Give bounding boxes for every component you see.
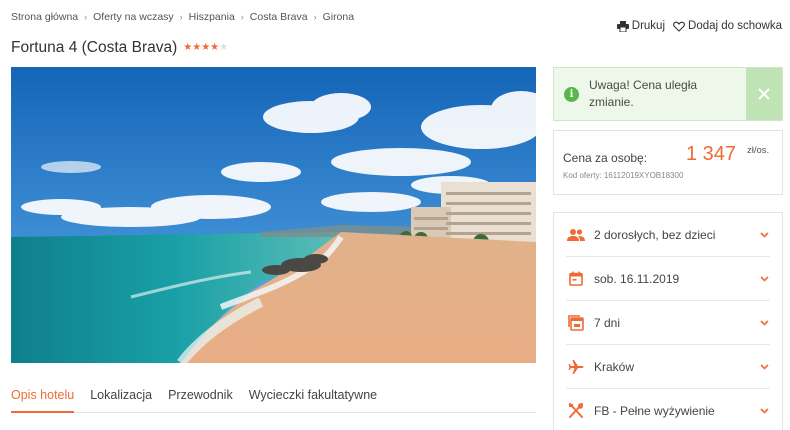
- option-duration[interactable]: 7 dni: [566, 301, 770, 345]
- info-icon: i: [564, 86, 579, 102]
- chevron-down-icon: [759, 231, 769, 238]
- print-button[interactable]: Drukuj: [616, 20, 666, 32]
- booking-options: 2 dorosłych, bez dzieci sob. 16.11.2019: [553, 212, 783, 430]
- page-title: Fortuna 4 (Costa Brava): [11, 39, 178, 56]
- star-filled-icon: ★: [210, 42, 220, 53]
- price-change-alert: i Uwaga! Cena uległa zmianie.: [553, 67, 783, 121]
- option-travellers[interactable]: 2 dorosłych, bez dzieci: [566, 213, 770, 257]
- price-box: Cena za osobę: 1 347 zł/os. Kod oferty: …: [553, 130, 783, 195]
- tab-guide[interactable]: Przewodnik: [168, 378, 233, 413]
- breadcrumb-item-offers[interactable]: Oferty na wczasy: [93, 11, 174, 23]
- alert-text: Uwaga! Cena uległa zmianie.: [589, 78, 698, 109]
- duration-icon: [568, 314, 584, 331]
- chevron-down-icon: [759, 363, 769, 370]
- add-to-favorites-button[interactable]: Dodaj do schowka: [673, 20, 782, 32]
- plane-icon: [568, 359, 584, 374]
- option-board[interactable]: FB - Pełne wyżywienie: [566, 389, 770, 430]
- price-unit: zł/os.: [747, 145, 770, 156]
- star-filled-icon: ★: [201, 42, 211, 53]
- tab-hotel-description[interactable]: Opis hotelu: [11, 378, 75, 413]
- heart-icon: [673, 21, 685, 32]
- option-departure-date[interactable]: sob. 16.11.2019: [566, 257, 770, 301]
- chevron-right-icon: ›: [84, 12, 88, 22]
- breadcrumb: Strona główna › Oferty na wczasy › Hiszp…: [11, 11, 354, 23]
- option-duration-label: 7 dni: [594, 315, 621, 330]
- tab-location[interactable]: Lokalizacja: [90, 378, 152, 413]
- option-travellers-label: 2 dorosłych, bez dzieci: [594, 227, 716, 242]
- offer-code: Kod oferty: 16112019XYOB18300: [563, 171, 684, 180]
- option-airport-label: Kraków: [594, 359, 635, 374]
- chevron-right-icon: ›: [313, 12, 317, 22]
- people-icon: [567, 228, 585, 241]
- alert-message: i Uwaga! Cena uległa zmianie.: [554, 68, 746, 120]
- tab-excursions[interactable]: Wycieczki fakultatywne: [249, 378, 377, 413]
- close-icon: [758, 88, 770, 100]
- beach-photo: [11, 67, 536, 363]
- chevron-right-icon: ›: [240, 12, 244, 22]
- star-rating: ★ ★ ★ ★ ★: [183, 43, 228, 53]
- chevron-right-icon: ›: [179, 12, 183, 22]
- star-filled-icon: ★: [183, 42, 193, 53]
- printer-icon: [616, 20, 629, 32]
- star-filled-icon: ★: [192, 42, 202, 53]
- option-date-label: sob. 16.11.2019: [594, 271, 680, 286]
- hotel-tabs: Opis hotelu Lokalizacja Przewodnik Wycie…: [11, 378, 536, 413]
- star-empty-icon: ★: [219, 42, 229, 53]
- option-board-label: FB - Pełne wyżywienie: [594, 404, 715, 418]
- calendar-icon: [569, 271, 583, 286]
- hotel-title-row: Fortuna 4 (Costa Brava) ★ ★ ★ ★ ★: [11, 39, 228, 57]
- print-label: Drukuj: [631, 20, 666, 32]
- price-label: Cena za osobę:: [563, 151, 648, 165]
- food-icon: [569, 403, 583, 418]
- bookmark-label: Dodaj do schowka: [688, 20, 782, 32]
- chevron-down-icon: [759, 319, 769, 326]
- top-actions: Drukuj Dodaj do schowka: [616, 20, 782, 32]
- breadcrumb-item-country[interactable]: Hiszpania: [189, 11, 235, 23]
- option-departure-airport[interactable]: Kraków: [566, 345, 770, 389]
- hotel-main-photo[interactable]: [11, 67, 536, 363]
- alert-close-button[interactable]: [746, 68, 782, 120]
- breadcrumb-item-home[interactable]: Strona główna: [11, 11, 78, 23]
- breadcrumb-item-region[interactable]: Costa Brava: [250, 11, 308, 23]
- price-value: 1 347: [686, 143, 737, 165]
- breadcrumb-item-city[interactable]: Girona: [323, 11, 355, 23]
- chevron-down-icon: [759, 408, 769, 414]
- chevron-down-icon: [759, 275, 769, 282]
